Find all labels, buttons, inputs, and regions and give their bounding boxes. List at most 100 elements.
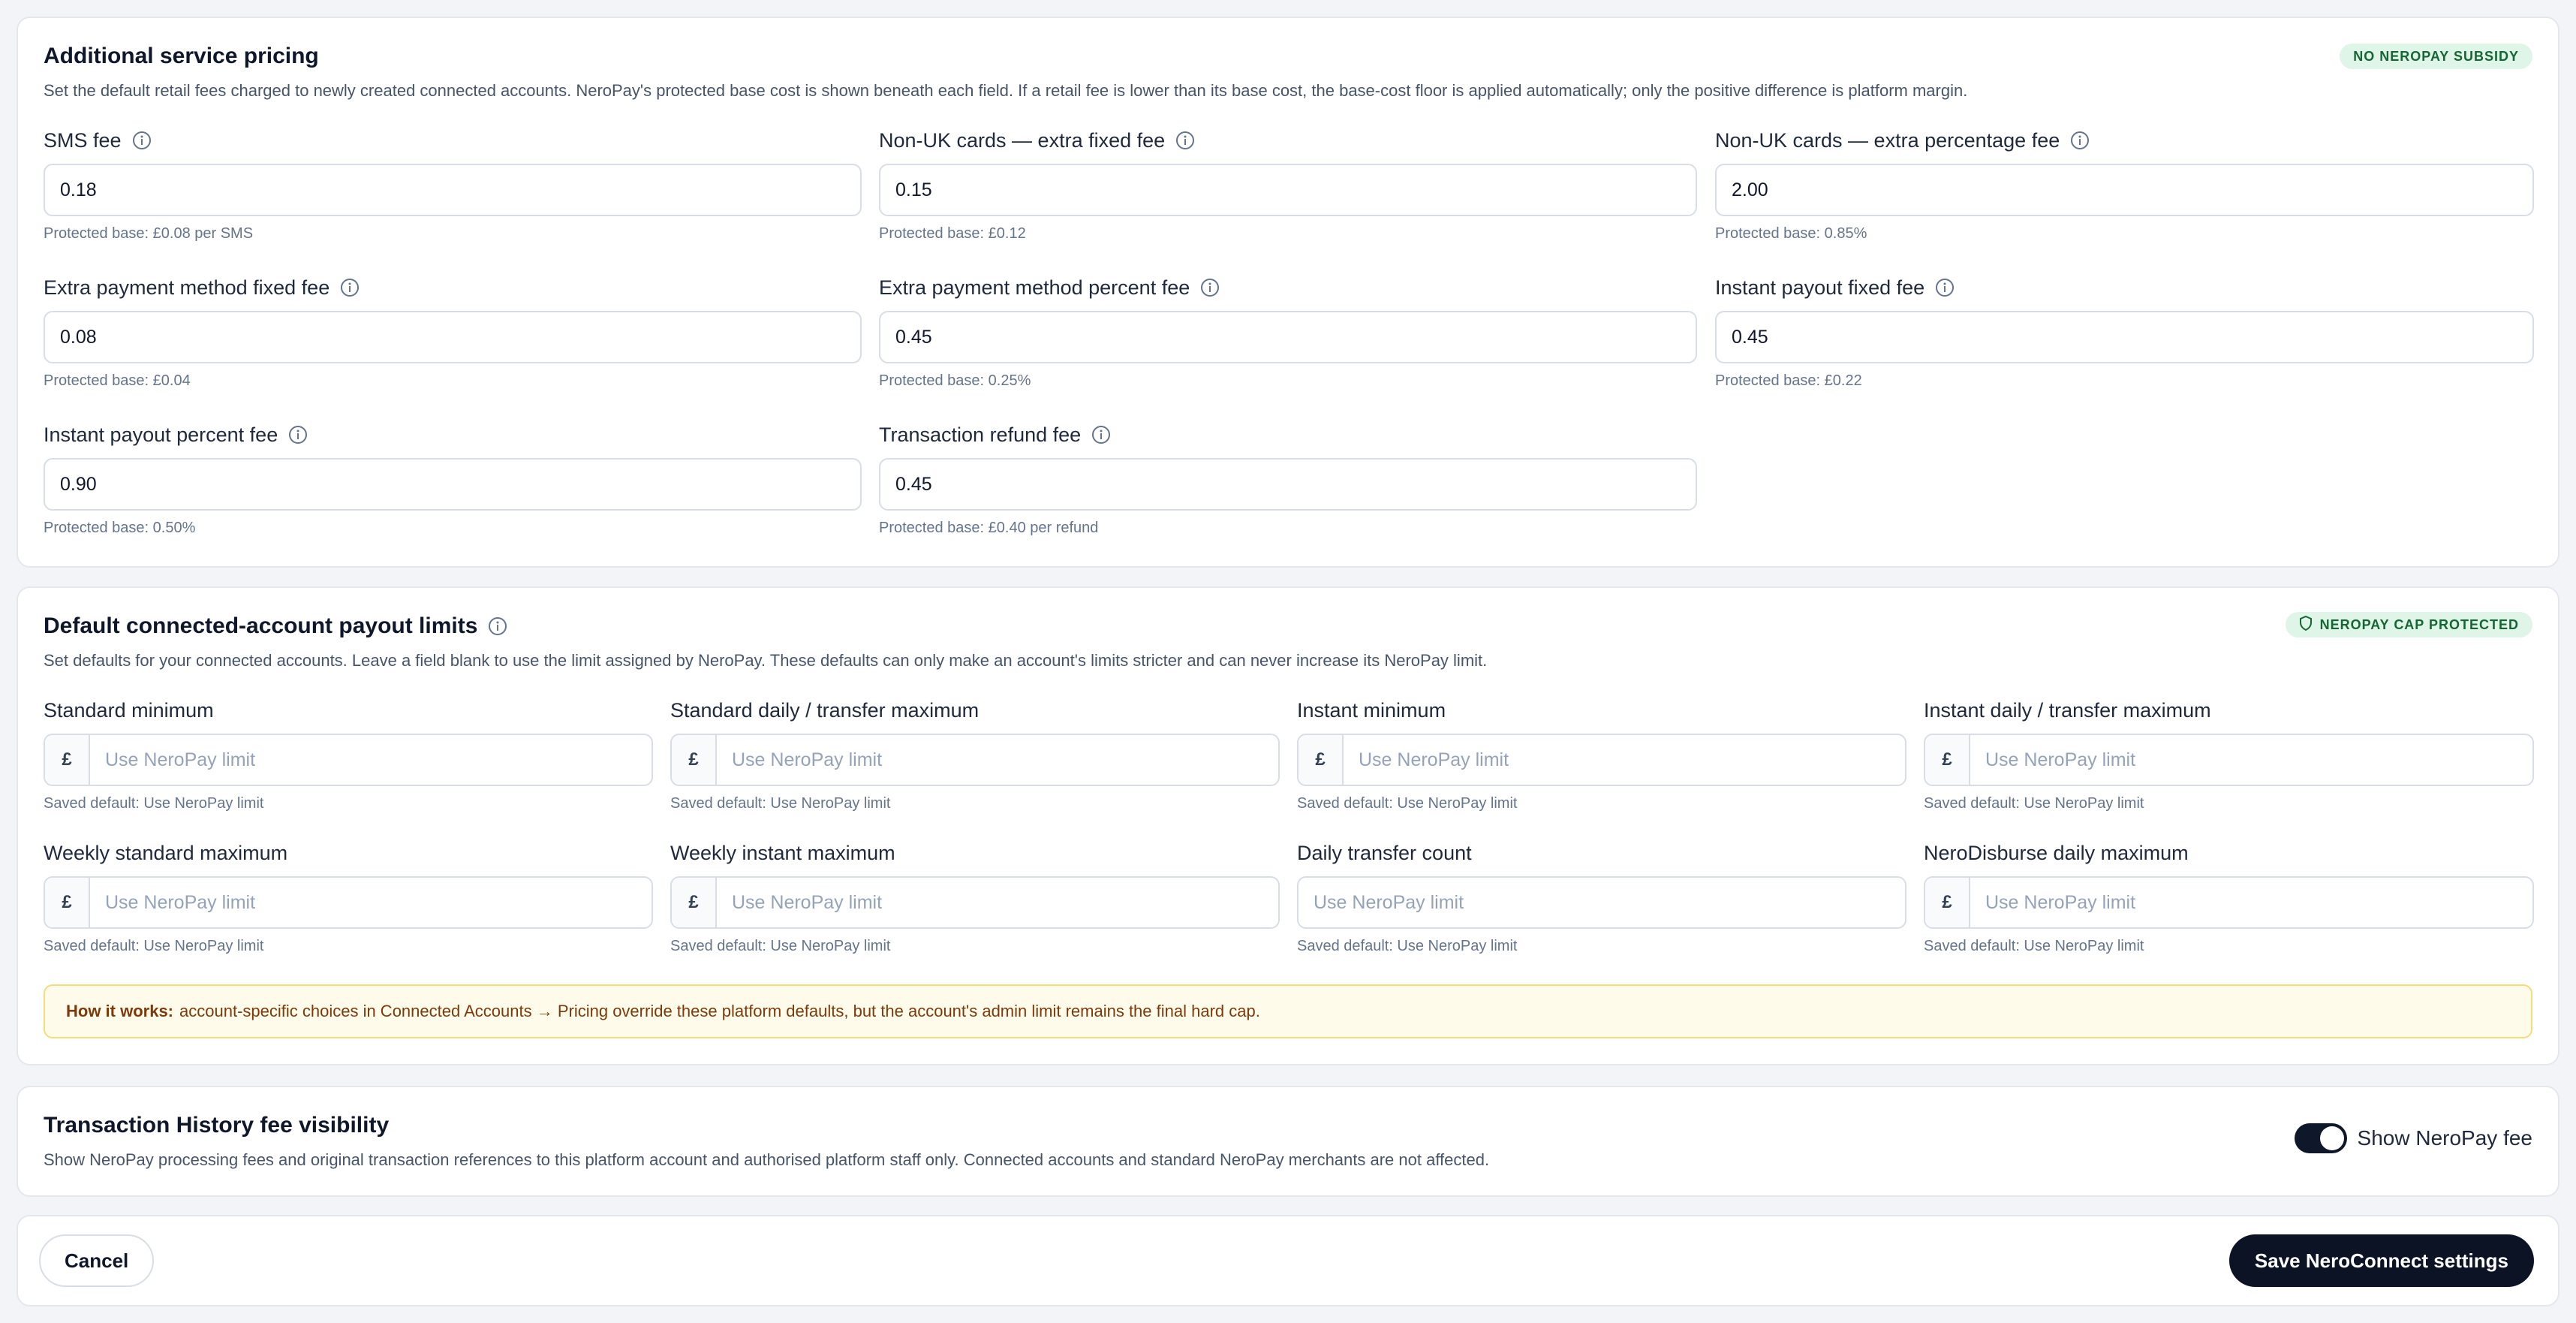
nerodisburse-daily-max-input[interactable] bbox=[1970, 878, 2532, 927]
instant-daily-max-input[interactable] bbox=[1970, 735, 2532, 785]
sms-fee-input[interactable] bbox=[45, 165, 860, 215]
show-fee-toggle[interactable] bbox=[2294, 1123, 2347, 1153]
weekly-instant-max-input[interactable] bbox=[717, 878, 1278, 927]
how-it-works-notice: How it works: account-specific choices i… bbox=[44, 984, 2532, 1038]
instant-payout-percent-fee-input[interactable] bbox=[45, 460, 860, 509]
non-uk-percent-fee-field: Non-UK cards — extra percentage fee Prot… bbox=[1715, 128, 2534, 243]
nerodisburse-daily-max-input-box: £ bbox=[1924, 876, 2534, 929]
daily-transfer-count-input-box bbox=[1297, 876, 1906, 929]
refund-fee-field: Transaction refund fee Protected base: £… bbox=[879, 422, 1697, 537]
standard-minimum-input-box: £ bbox=[44, 734, 653, 786]
limits-title: Default connected-account payout limits bbox=[44, 613, 478, 638]
standard-daily-max-hint: Saved default: Use NeroPay limit bbox=[670, 795, 891, 812]
instant-payout-fixed-fee-hint: Protected base: £0.22 bbox=[1715, 372, 1862, 389]
non-uk-fixed-fee-input[interactable] bbox=[880, 165, 1696, 215]
daily-transfer-count-hint: Saved default: Use NeroPay limit bbox=[1297, 938, 1518, 954]
non-uk-percent-fee-label: Non-UK cards — extra percentage fee bbox=[1715, 128, 2060, 152]
show-fee-toggle-label: Show NeroPay fee bbox=[2357, 1126, 2532, 1150]
non-uk-fixed-fee-field: Non-UK cards — extra fixed fee Protected… bbox=[879, 128, 1697, 243]
instant-daily-max-input-box: £ bbox=[1924, 734, 2534, 786]
refund-fee-hint: Protected base: £0.40 per refund bbox=[879, 520, 1099, 536]
standard-daily-max-input-box: £ bbox=[670, 734, 1280, 786]
extra-method-percent-fee-label: Extra payment method percent fee bbox=[879, 276, 1190, 299]
weekly-standard-max-field: Weekly standard maximum £ Saved default:… bbox=[44, 840, 653, 955]
standard-minimum-input[interactable] bbox=[90, 735, 652, 785]
nerodisburse-daily-max-hint: Saved default: Use NeroPay limit bbox=[1924, 938, 2144, 954]
no-subsidy-badge: NO NEROPAY SUBSIDY bbox=[2340, 44, 2532, 69]
instant-daily-max-label: Instant daily / transfer maximum bbox=[1924, 698, 2211, 722]
page: Additional service pricing NO NEROPAY SU… bbox=[0, 0, 2576, 1323]
refund-fee-input-box bbox=[879, 458, 1697, 511]
instant-payout-percent-fee-label: Instant payout percent fee bbox=[44, 423, 278, 446]
weekly-standard-max-hint: Saved default: Use NeroPay limit bbox=[44, 938, 264, 954]
currency-prefix: £ bbox=[1299, 735, 1344, 785]
weekly-instant-max-hint: Saved default: Use NeroPay limit bbox=[670, 938, 891, 954]
cap-protected-badge-label: NEROPAY CAP PROTECTED bbox=[2319, 616, 2519, 632]
instant-minimum-label: Instant minimum bbox=[1297, 698, 1446, 722]
weekly-standard-max-input[interactable] bbox=[90, 878, 652, 927]
standard-minimum-hint: Saved default: Use NeroPay limit bbox=[44, 795, 264, 812]
instant-payout-fixed-fee-field: Instant payout fixed fee Protected base:… bbox=[1715, 275, 2534, 390]
instant-payout-fixed-fee-input-box bbox=[1715, 311, 2534, 363]
instant-minimum-input-box: £ bbox=[1297, 734, 1906, 786]
info-icon[interactable] bbox=[132, 131, 152, 150]
refund-fee-input[interactable] bbox=[880, 460, 1696, 509]
extra-method-fixed-fee-input[interactable] bbox=[45, 312, 860, 362]
currency-prefix: £ bbox=[672, 878, 717, 927]
instant-minimum-hint: Saved default: Use NeroPay limit bbox=[1297, 795, 1518, 812]
extra-method-percent-fee-hint: Protected base: 0.25% bbox=[879, 372, 1031, 389]
daily-transfer-count-input[interactable] bbox=[1299, 878, 1905, 927]
weekly-standard-max-label: Weekly standard maximum bbox=[44, 841, 288, 864]
shield-icon bbox=[2299, 615, 2320, 634]
cancel-button[interactable]: Cancel bbox=[39, 1234, 155, 1287]
currency-prefix: £ bbox=[1925, 878, 1970, 927]
refund-fee-label: Transaction refund fee bbox=[879, 423, 1082, 446]
extra-method-percent-fee-input-box bbox=[879, 311, 1697, 363]
non-uk-fixed-fee-label: Non-UK cards — extra fixed fee bbox=[879, 128, 1166, 152]
sms-fee-label: SMS fee bbox=[44, 128, 122, 152]
weekly-instant-max-field: Weekly instant maximum £ Saved default: … bbox=[670, 840, 1280, 955]
info-icon[interactable] bbox=[1200, 278, 1220, 297]
info-icon[interactable] bbox=[1935, 278, 1955, 297]
currency-prefix: £ bbox=[1925, 735, 1970, 785]
sms-fee-input-box bbox=[44, 164, 862, 216]
currency-prefix: £ bbox=[45, 878, 90, 927]
instant-payout-fixed-fee-input[interactable] bbox=[1717, 312, 2532, 362]
extra-method-fixed-fee-field: Extra payment method fixed fee Protected… bbox=[44, 275, 862, 390]
instant-payout-percent-fee-input-box bbox=[44, 458, 862, 511]
cap-protected-badge: NEROPAY CAP PROTECTED bbox=[2285, 612, 2532, 637]
no-subsidy-badge-label: NO NEROPAY SUBSIDY bbox=[2353, 48, 2519, 64]
pricing-description: Set the default retail fees charged to n… bbox=[44, 81, 1968, 100]
instant-payout-percent-fee-field: Instant payout percent fee Protected bas… bbox=[44, 422, 862, 537]
instant-minimum-field: Instant minimum £ Saved default: Use Ner… bbox=[1297, 698, 1906, 812]
instant-payout-fixed-fee-label: Instant payout fixed fee bbox=[1715, 276, 1925, 299]
limits-card: Default connected-account payout limits … bbox=[17, 586, 2559, 1065]
standard-daily-max-input[interactable] bbox=[717, 735, 1278, 785]
info-icon[interactable] bbox=[288, 425, 308, 445]
extra-method-percent-fee-input[interactable] bbox=[880, 312, 1696, 362]
info-icon[interactable] bbox=[340, 278, 360, 297]
weekly-instant-max-label: Weekly instant maximum bbox=[670, 841, 895, 864]
limits-description: Set defaults for your connected accounts… bbox=[44, 651, 1488, 670]
instant-daily-max-field: Instant daily / transfer maximum £ Saved… bbox=[1924, 698, 2534, 812]
standard-daily-max-field: Standard daily / transfer maximum £ Save… bbox=[670, 698, 1280, 812]
visibility-title: Transaction History fee visibility bbox=[44, 1113, 390, 1138]
instant-daily-max-hint: Saved default: Use NeroPay limit bbox=[1924, 795, 2144, 812]
toggle-knob bbox=[2319, 1126, 2344, 1150]
show-fee-toggle-row: Show NeroPay fee bbox=[2294, 1123, 2532, 1153]
info-icon[interactable] bbox=[1091, 425, 1111, 445]
info-icon[interactable] bbox=[2070, 131, 2090, 150]
pricing-title: Additional service pricing bbox=[44, 44, 319, 68]
extra-method-fixed-fee-label: Extra payment method fixed fee bbox=[44, 276, 330, 299]
instant-minimum-input[interactable] bbox=[1344, 735, 1905, 785]
info-icon[interactable] bbox=[488, 616, 507, 636]
standard-minimum-field: Standard minimum £ Saved default: Use Ne… bbox=[44, 698, 653, 812]
non-uk-percent-fee-input[interactable] bbox=[1717, 165, 2532, 215]
nerodisburse-daily-max-label: NeroDisburse daily maximum bbox=[1924, 841, 2189, 864]
visibility-description: Show NeroPay processing fees and origina… bbox=[44, 1150, 1490, 1169]
currency-prefix: £ bbox=[45, 735, 90, 785]
info-icon[interactable] bbox=[1175, 131, 1195, 150]
notice-bold: How it works: bbox=[66, 1002, 174, 1020]
save-settings-button[interactable]: Save NeroConnect settings bbox=[2228, 1234, 2534, 1287]
standard-minimum-label: Standard minimum bbox=[44, 698, 214, 722]
